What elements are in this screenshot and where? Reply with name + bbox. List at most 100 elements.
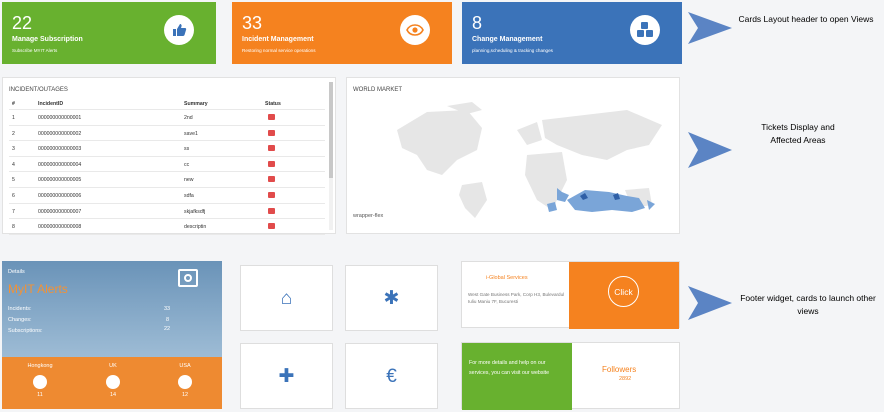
status-icon[interactable] xyxy=(268,160,275,167)
table-row[interactable]: 7 000000000000007 skjafksdfj xyxy=(9,204,325,220)
location-uk[interactable]: UK 14 xyxy=(93,363,133,398)
stat-label: Changes: xyxy=(8,317,32,323)
location-value: 11 xyxy=(37,392,43,398)
cell-incident-id: 000000000000002 xyxy=(38,130,82,137)
cell-number: 4 xyxy=(12,161,15,168)
card-change-management[interactable]: 8 Change Management planning,scheduling … xyxy=(462,2,682,64)
table-row[interactable]: 8 000000000000008 descriptin xyxy=(9,219,325,235)
home-tile[interactable]: ⌂ xyxy=(240,265,333,331)
table-row[interactable]: 4 000000000000004 cc xyxy=(9,157,325,173)
location-name: UK xyxy=(109,363,117,369)
stat-value: 22 xyxy=(164,326,171,332)
status-icon[interactable] xyxy=(268,129,275,136)
location-name: Hongkong xyxy=(27,363,53,369)
cell-number: 6 xyxy=(12,192,15,199)
cell-incident-id: 000000000000008 xyxy=(38,224,82,231)
panel-title: INCIDENT/OUTAGES xyxy=(9,87,68,93)
followers-label: Followers xyxy=(602,365,637,374)
cell-number: 7 xyxy=(12,208,15,215)
location-hongkong[interactable]: Hongkong 11 xyxy=(20,363,60,398)
location-pin-icon xyxy=(33,375,47,389)
table-row[interactable]: 3 000000000000003 ss xyxy=(9,141,325,157)
stat-label: Incidents: xyxy=(8,306,32,312)
global-services-card: i-Global Services West Gate Business Par… xyxy=(461,261,680,329)
locations-bar: Hongkong 11 UK 14 USA 12 xyxy=(2,357,222,409)
details-label: Details xyxy=(8,269,25,275)
annotation-header: Cards Layout header to open Views xyxy=(738,14,874,24)
stat-value: 33 xyxy=(164,306,171,312)
stat-label: Subscriptions: xyxy=(8,328,43,334)
global-title: i-Global Services xyxy=(486,275,528,281)
help-text[interactable]: For more details and help on our service… xyxy=(462,343,572,410)
stat-value: 8 xyxy=(166,317,170,323)
column-header: Status xyxy=(265,101,281,107)
card-subtitle: Restoring normal service operations xyxy=(242,48,316,53)
cell-incident-id: 000000000000005 xyxy=(38,177,82,184)
status-icon[interactable] xyxy=(268,145,275,152)
world-map[interactable] xyxy=(387,100,677,218)
cell-summary: ss xyxy=(184,146,190,153)
euro-tile[interactable]: € xyxy=(345,343,438,409)
column-header: # xyxy=(12,101,15,107)
details-widget: Details MyIT Alerts Incidents: 33 Change… xyxy=(2,261,222,409)
details-title: MyIT Alerts xyxy=(8,282,68,296)
click-panel: Click xyxy=(569,262,679,329)
table-header: # IncidentID Summary Status xyxy=(9,100,325,110)
cell-incident-id: 000000000000003 xyxy=(38,146,82,153)
card-manage-subscription[interactable]: 22 Manage Subscription Subscribe MYIT Al… xyxy=(2,2,216,64)
camera-icon xyxy=(178,269,198,287)
world-market-panel: WORLD MARKET wrapper-flex xyxy=(346,77,680,234)
card-subtitle: Subscribe MYIT Alerts xyxy=(12,48,58,53)
table-row[interactable]: 2 000000000000002 save1 xyxy=(9,126,325,142)
location-value: 14 xyxy=(109,392,117,398)
cell-summary: 2nd xyxy=(184,115,193,121)
plus-tile[interactable]: ✚ xyxy=(240,343,333,409)
table-row[interactable]: 5 000000000000005 new xyxy=(9,172,325,188)
cubes-icon xyxy=(630,15,660,45)
cell-summary: descriptin xyxy=(184,224,207,231)
cell-incident-id: 000000000000001 xyxy=(38,115,82,121)
cell-number: 5 xyxy=(12,177,15,184)
cell-number: 1 xyxy=(12,115,15,121)
home-icon: ⌂ xyxy=(280,287,293,309)
thumbs-up-icon xyxy=(164,15,194,45)
card-subtitle: planning,scheduling & tracking changes xyxy=(472,48,553,53)
cell-incident-id: 000000000000004 xyxy=(38,161,82,168)
incidents-panel: INCIDENT/OUTAGES # IncidentID Summary St… xyxy=(2,77,336,235)
followers-card: For more details and help on our service… xyxy=(461,342,680,410)
cell-number: 2 xyxy=(12,130,15,137)
location-pin-icon xyxy=(106,375,120,389)
column-header: Summary xyxy=(184,101,208,107)
cell-number: 8 xyxy=(12,224,15,231)
click-button[interactable]: Click xyxy=(608,276,639,307)
location-name: USA xyxy=(179,363,191,369)
status-icon[interactable] xyxy=(268,114,275,120)
euro-icon: € xyxy=(386,365,397,387)
status-icon[interactable] xyxy=(268,191,275,198)
scrollbar[interactable] xyxy=(329,82,333,230)
location-value: 12 xyxy=(181,392,189,398)
column-header: IncidentID xyxy=(38,101,64,107)
table-row[interactable]: 1 000000000000001 2nd xyxy=(9,110,325,126)
card-incident-management[interactable]: 33 Incident Management Restoring normal … xyxy=(232,2,452,64)
status-icon[interactable] xyxy=(268,176,275,183)
followers-value: 2892 xyxy=(619,376,632,382)
asterisk-tile[interactable]: ✱ xyxy=(345,265,438,331)
cell-incident-id: 000000000000006 xyxy=(38,192,82,199)
status-icon[interactable] xyxy=(268,207,275,214)
status-icon[interactable] xyxy=(268,223,275,230)
location-pin-icon xyxy=(178,375,192,389)
map-footer-text: wrapper-flex xyxy=(353,213,384,219)
cell-summary: save1 xyxy=(184,130,198,137)
arrow-header xyxy=(688,12,732,44)
cell-summary: cc xyxy=(184,161,190,168)
arrow-tickets xyxy=(688,132,732,168)
global-address: West Gate Business Park, Corp H3, Buleva… xyxy=(468,292,565,304)
location-usa[interactable]: USA 12 xyxy=(165,363,205,398)
table-row[interactable]: 6 000000000000006 sdfa xyxy=(9,188,325,204)
panel-title: WORLD MARKET xyxy=(353,87,403,93)
scrollbar-thumb[interactable] xyxy=(329,82,333,178)
annotation-tickets: Tickets Display and Affected Areas xyxy=(761,122,835,145)
plus-icon: ✚ xyxy=(278,365,295,387)
cell-summary: sdfa xyxy=(184,192,194,199)
